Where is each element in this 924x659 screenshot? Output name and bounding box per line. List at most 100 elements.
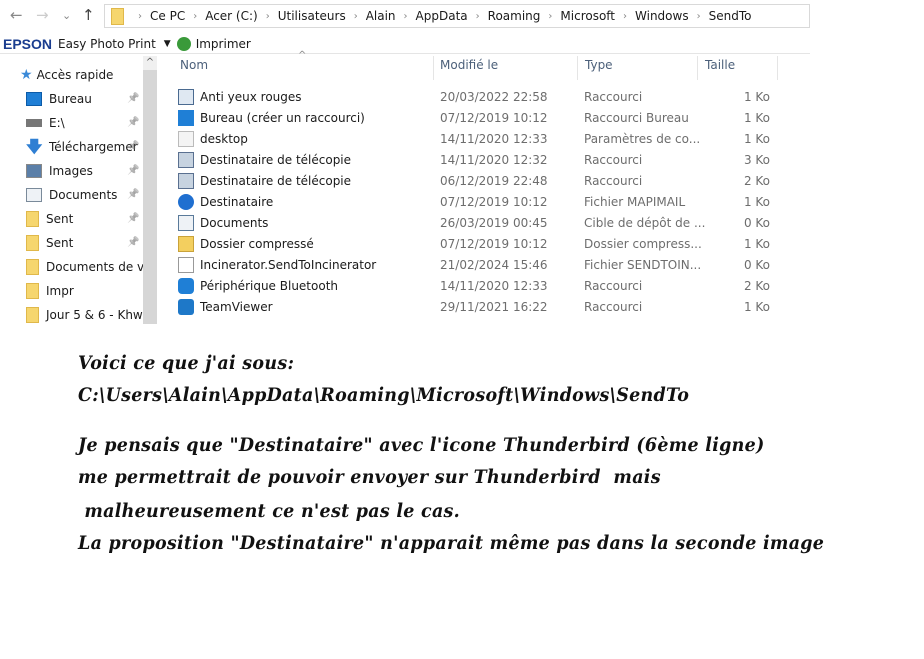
column-divider[interactable] xyxy=(433,56,434,80)
sort-ascending-icon: ^ xyxy=(298,50,307,61)
breadcrumb-item[interactable]: AppData xyxy=(416,9,468,23)
column-header-type[interactable]: Type xyxy=(585,58,613,80)
file-modified: 06/12/2019 22:48 xyxy=(440,173,548,188)
breadcrumb-item[interactable]: SendTo xyxy=(709,9,752,23)
printer-icon xyxy=(176,36,191,51)
sidebar-item[interactable]: Images xyxy=(26,161,143,181)
sidebar-item[interactable]: Bureau xyxy=(26,89,143,109)
address-bar[interactable]: › Ce PC › Acer (C:) › Utilisateurs › Alain › AppD… xyxy=(104,4,810,28)
file-row[interactable]: Dossier compressé 07/12/2019 10:12 Dossier… xyxy=(178,233,778,254)
file-row[interactable]: Destinataire 07/12/2019 10:12 Fichier MAPI… xyxy=(178,191,778,212)
breadcrumb-item[interactable]: Ce PC xyxy=(150,9,185,23)
file-row[interactable]: Destinataire de télécopie 14/11/2020 12:3… xyxy=(178,149,778,170)
chevron-down-icon[interactable]: ▼ xyxy=(164,39,171,49)
column-header-name[interactable]: Nom xyxy=(180,58,208,80)
pin-icon[interactable]: 📌 xyxy=(127,213,139,224)
file-name: Bureau (créer un raccourci) xyxy=(200,110,365,125)
chevron-right-icon[interactable]: › xyxy=(404,11,408,22)
sidebar-scrollbar[interactable] xyxy=(143,56,157,324)
sidebar-item[interactable]: Documents de vo xyxy=(26,257,143,277)
column-divider[interactable] xyxy=(577,56,578,80)
chevron-right-icon[interactable]: › xyxy=(476,11,480,22)
drive-icon xyxy=(26,119,42,127)
bluetooth-icon xyxy=(178,277,194,294)
file-modified: 07/12/2019 10:12 xyxy=(440,194,548,209)
fax-icon xyxy=(178,172,194,189)
breadcrumb-item[interactable]: Microsoft xyxy=(560,9,615,23)
note-line: me permettrait de pouvoir envoyer sur Th… xyxy=(78,466,661,488)
file-row[interactable]: Destinataire de télécopie 06/12/2019 22:4… xyxy=(178,170,778,191)
file-row[interactable]: Anti yeux rouges 20/03/2022 22:58 Raccourc… xyxy=(178,86,778,107)
breadcrumb-item[interactable]: Alain xyxy=(366,9,396,23)
pin-icon[interactable]: 📌 xyxy=(127,117,139,128)
pin-icon[interactable]: 📌 xyxy=(127,93,139,104)
file-row[interactable]: desktop 14/11/2020 12:33 Paramètres de co.… xyxy=(178,128,778,149)
documents-icon xyxy=(178,214,194,231)
file-modified: 29/11/2021 16:22 xyxy=(440,299,548,314)
sidebar-item[interactable]: Impr xyxy=(26,281,143,301)
file-size: 1 Ko xyxy=(743,89,770,104)
column-header-modified[interactable]: Modifié le xyxy=(440,58,498,80)
documents-icon xyxy=(26,188,42,202)
breadcrumb-item[interactable]: Utilisateurs xyxy=(278,9,346,23)
column-divider[interactable] xyxy=(777,56,778,80)
file-size: 2 Ko xyxy=(743,278,770,293)
sidebar-item[interactable]: 🡇 Téléchargemer xyxy=(26,137,143,157)
breadcrumb-item[interactable]: Windows xyxy=(635,9,689,23)
sidebar-item[interactable]: Sent xyxy=(26,233,143,253)
breadcrumb-item[interactable]: Acer (C:) xyxy=(205,9,258,23)
images-icon xyxy=(26,164,42,178)
chevron-right-icon[interactable]: › xyxy=(193,11,197,22)
column-divider[interactable] xyxy=(697,56,698,80)
file-type: Cible de dépôt de ... xyxy=(584,215,706,230)
pin-icon[interactable]: 📌 xyxy=(127,237,139,248)
sidebar-item-label: Sent xyxy=(46,236,74,250)
sidebar-item[interactable]: Documents xyxy=(26,185,143,205)
file-row[interactable]: Incinerator.SendToIncinerator 21/02/2024 … xyxy=(178,254,778,275)
easy-photo-print-button[interactable]: Easy Photo Print xyxy=(58,37,156,51)
file-size: 1 Ko xyxy=(743,131,770,146)
sidebar-item[interactable]: E:\ xyxy=(26,113,143,133)
pin-icon[interactable]: 📌 xyxy=(127,165,139,176)
pin-icon[interactable]: 📌 xyxy=(127,141,139,152)
print-button[interactable]: Imprimer xyxy=(196,37,251,51)
breadcrumb-item[interactable]: Roaming xyxy=(488,9,541,23)
chevron-right-icon[interactable]: › xyxy=(266,11,270,22)
sidebar-item-label: Bureau xyxy=(49,92,92,106)
file-type: Fichier SENDTOIN... xyxy=(584,257,702,272)
up-button[interactable]: ↑ xyxy=(82,6,95,24)
sidebar-item[interactable]: Jour 5 & 6 - Khwa xyxy=(26,305,143,325)
scroll-up-arrow[interactable]: ^ xyxy=(143,56,157,70)
sidebar-item-label: Documents de vo xyxy=(46,260,143,274)
chevron-right-icon[interactable]: › xyxy=(623,11,627,22)
file-name: Destinataire de télécopie xyxy=(200,152,352,167)
file-type: Fichier MAPIMAIL xyxy=(584,194,686,209)
chevron-right-icon[interactable]: › xyxy=(697,11,701,22)
blank-file-icon xyxy=(178,256,194,273)
back-button[interactable]: ← xyxy=(10,6,23,24)
note-line: malheureusement ce n'est pas le cas. xyxy=(78,500,461,522)
chevron-right-icon[interactable]: › xyxy=(354,11,358,22)
pin-icon[interactable]: 📌 xyxy=(127,189,139,200)
sidebar-item-label: Images xyxy=(49,164,93,178)
file-type: Raccourci xyxy=(584,89,643,104)
file-name: Destinataire de télécopie xyxy=(200,173,352,188)
file-name: Dossier compressé xyxy=(200,236,314,251)
file-row[interactable]: TeamViewer 29/11/2021 16:22 Raccourci 1 Ko xyxy=(178,296,778,317)
sidebar-quick-access[interactable]: ★ Accès rapide xyxy=(20,65,137,85)
file-type: Raccourci xyxy=(584,299,643,314)
zip-folder-icon xyxy=(178,235,194,252)
sidebar-item[interactable]: Sent xyxy=(26,209,143,229)
folder-icon xyxy=(26,211,39,227)
note-line: La proposition "Destinataire" n'apparait… xyxy=(78,532,825,554)
recent-locations-button[interactable]: ⌄ xyxy=(62,9,71,22)
file-type: Raccourci xyxy=(584,278,643,293)
file-name: Destinataire xyxy=(200,194,274,209)
column-header-size[interactable]: Taille xyxy=(705,58,735,80)
chevron-right-icon[interactable]: › xyxy=(548,11,552,22)
file-row[interactable]: Périphérique Bluetooth 14/11/2020 12:33 Ra… xyxy=(178,275,778,296)
file-row[interactable]: Bureau (créer un raccourci) 07/12/2019 10… xyxy=(178,107,778,128)
chevron-right-icon[interactable]: › xyxy=(138,11,142,22)
file-row[interactable]: Documents 26/03/2019 00:45 Cible de dépôt … xyxy=(178,212,778,233)
forward-button[interactable]: → xyxy=(36,6,49,24)
